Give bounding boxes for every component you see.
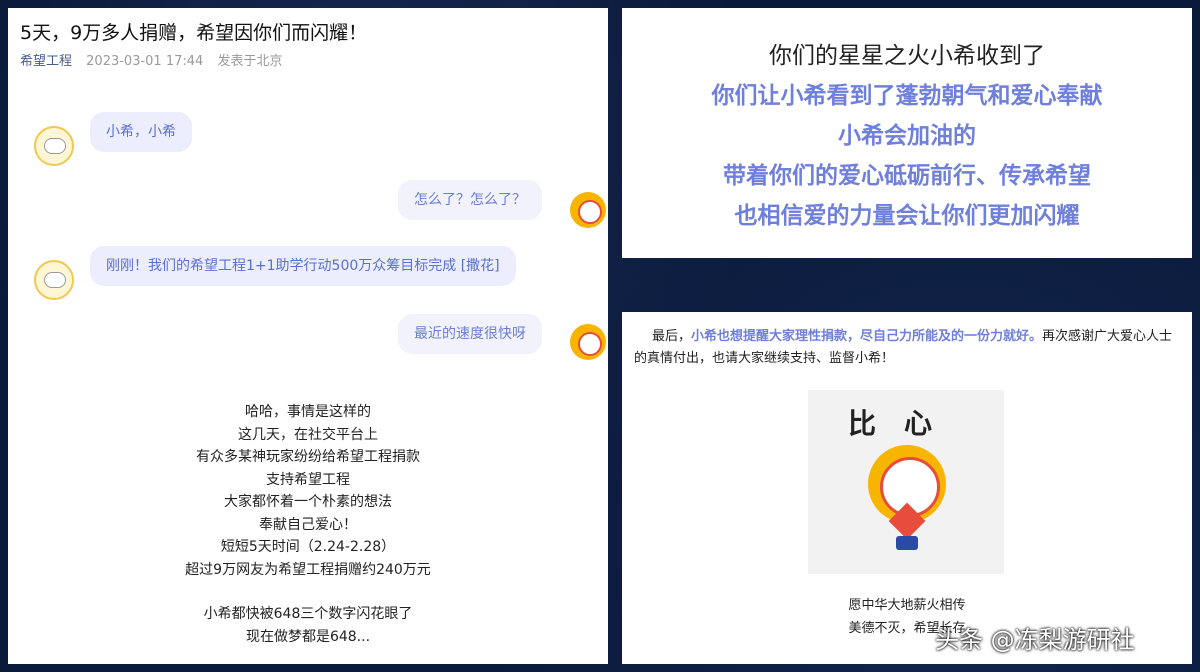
dog-avatar bbox=[34, 126, 74, 166]
story-line: 大家都怀着一个朴素的想法 bbox=[224, 494, 392, 510]
bixin-sticker: 比心 bbox=[808, 390, 1004, 574]
story-line: 短短5天时间（2.24-2.28） bbox=[220, 539, 396, 555]
story-line bbox=[8, 581, 608, 603]
story-line: 超过9万网友为希望工程捐赠约240万元 bbox=[185, 561, 431, 578]
chat-bubble-left: 刚刚！我们的希望工程1+1助学行动500万众筹目标完成 [撒花] bbox=[90, 246, 516, 286]
article-title: 5天，9万多人捐赠，希望因你们而闪耀！ bbox=[20, 22, 368, 44]
message-panel: 你们的星星之火小希收到了 你们让小希看到了蓬勃朝气和爱心奉献 小希会加油的 带着… bbox=[622, 8, 1192, 258]
para-highlight: 小希也想提醒大家理性捐款，尽自己力所能及的一份力就好。 bbox=[691, 329, 1043, 344]
article-meta: 希望工程 2023-03-01 17:44 发表于北京 bbox=[20, 50, 282, 69]
story-line: 奉献自己爱心！ bbox=[259, 516, 357, 533]
chat-bubble-right: 怎么了？怎么了？ bbox=[398, 180, 542, 220]
message-line: 你们让小希看到了蓬勃朝气和爱心奉献 bbox=[711, 83, 1103, 109]
story-line: 有众多某神玩家纷纷给希望工程捐款 bbox=[196, 449, 420, 465]
story-line: 这几天，在社交平台上 bbox=[238, 426, 378, 443]
article-panel: 5天，9万多人捐赠，希望因你们而闪耀！ 希望工程 2023-03-01 17:4… bbox=[8, 8, 608, 664]
message-line: 小希会加油的 bbox=[838, 123, 976, 149]
sun-avatar bbox=[570, 192, 606, 228]
mascot-legs bbox=[896, 536, 918, 550]
chat-bubble-left: 小希，小希 bbox=[90, 112, 192, 152]
para-start: 最后， bbox=[652, 329, 692, 344]
story-line: 支持希望工程 bbox=[266, 471, 350, 488]
watermark: 头条 @冻梨游研社 bbox=[935, 626, 1135, 654]
message-line: 也相信爱的力量会让你们更加闪耀 bbox=[734, 203, 1080, 229]
story-line: 现在做梦都是648... bbox=[245, 628, 371, 645]
source-link[interactable]: 希望工程 bbox=[20, 54, 72, 69]
story-line: 哈哈，事情是这样的 bbox=[245, 404, 371, 420]
story-text: 哈哈，事情是这样的 这几天，在社交平台上 有众多某神玩家纷纷给希望工程捐款 支持… bbox=[8, 401, 608, 648]
message-line: 带着你们的爱心砥砺前行、传承希望 bbox=[723, 163, 1091, 189]
closing-panel: 最后，小希也想提醒大家理性捐款，尽自己力所能及的一份力就好。再次感谢广大爱心人士… bbox=[622, 312, 1192, 664]
publish-time: 2023-03-01 17:44 bbox=[86, 54, 204, 69]
chat-bubble-right: 最近的速度很快呀 bbox=[398, 314, 542, 354]
story-line: 小希都快被648三个数字闪花眼了 bbox=[203, 606, 413, 622]
sticker-text: 比心 bbox=[848, 407, 961, 440]
dog-avatar bbox=[34, 260, 74, 300]
caption-line: 愿中华大地薪火相传 bbox=[848, 598, 966, 613]
closing-paragraph: 最后，小希也想提醒大家理性捐款，尽自己力所能及的一份力就好。再次感谢广大爱心人士… bbox=[634, 326, 1182, 370]
message-line: 你们的星星之火小希收到了 bbox=[769, 43, 1045, 69]
sun-avatar bbox=[570, 324, 606, 360]
publish-location: 发表于北京 bbox=[217, 54, 283, 69]
